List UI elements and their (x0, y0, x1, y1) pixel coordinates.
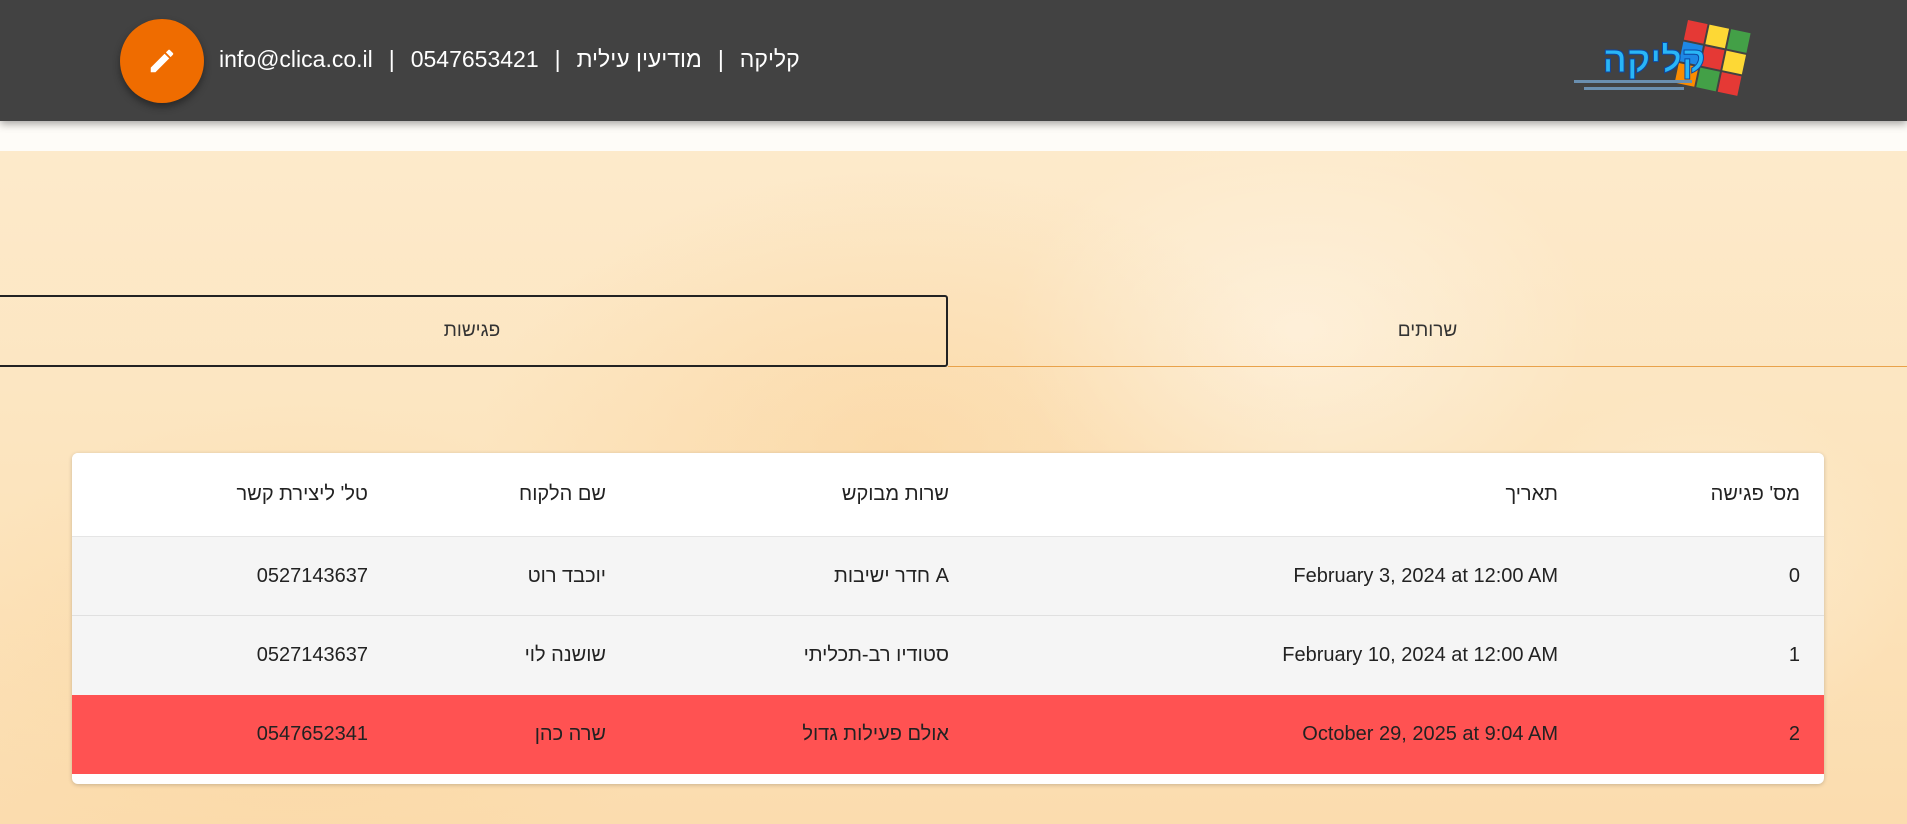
tab-meetings[interactable]: פגישות (0, 295, 948, 367)
contact-email[interactable]: info@clica.co.il (219, 46, 373, 73)
table-row[interactable]: 1 February 10, 2024 at 12:00 AM סטודיו ר… (72, 616, 1824, 695)
contact-brand: קליקה (739, 46, 800, 72)
top-app-bar: info@clica.co.il | 0547653421 | מודיעין … (0, 0, 1907, 121)
column-header-date[interactable]: תאריך (1505, 453, 1558, 536)
meeting-number: 0 (1788, 564, 1800, 587)
contact-info: info@clica.co.il | 0547653421 | מודיעין … (219, 46, 800, 73)
meeting-number: 1 (1788, 644, 1800, 666)
requested-service: אולם פעילות גדול (802, 723, 949, 745)
client-name: שרה כהן (534, 723, 606, 745)
contact-phone: 0547652341 (256, 723, 368, 745)
table-row-highlighted[interactable]: 2 October 29, 2025 at 9:04 AM אולם פעילו… (72, 695, 1824, 774)
tab-bar: פגישות שרותים (0, 295, 1907, 367)
column-header-client[interactable]: שם הלקוח (519, 453, 606, 536)
svg-text:קליקה: קליקה (1603, 39, 1706, 80)
tab-services[interactable]: שרותים (948, 295, 1907, 367)
meetings-table: מס' פגישה תאריך שרות מבוקש שם הלקוח טל' … (72, 453, 1824, 784)
meeting-number: 2 (1788, 723, 1800, 745)
column-header-service[interactable]: שרות מבוקש (842, 453, 949, 536)
contact-city: מודיעין עילית (576, 46, 702, 72)
meeting-date: October 29, 2025 at 9:04 AM (1302, 723, 1558, 745)
contact-phone: 0527143637 (256, 564, 368, 587)
column-header-meeting-number[interactable]: מס' פגישה (1711, 453, 1800, 536)
meeting-date: February 10, 2024 at 12:00 AM (1282, 644, 1558, 666)
client-name: שושנה לוי (524, 644, 606, 666)
requested-service: חדר ישיבות A (834, 564, 949, 587)
separator: | (554, 46, 561, 72)
contact-phone: 0527143637 (256, 644, 368, 666)
client-name: יוכבד רוט (527, 564, 606, 587)
header-spacer (0, 121, 1907, 151)
edit-fab-button[interactable] (120, 19, 204, 103)
meeting-date: February 3, 2024 at 12:00 AM (1293, 564, 1558, 587)
table-header-row: מס' פגישה תאריך שרות מבוקש שם הלקוח טל' … (72, 453, 1824, 537)
column-header-phone[interactable]: טל' ליצירת קשר (237, 453, 368, 536)
table-row[interactable]: 0 February 3, 2024 at 12:00 AM חדר ישיבו… (72, 537, 1824, 616)
separator: | (388, 46, 395, 72)
contact-phone[interactable]: 0547653421 (411, 46, 539, 73)
pencil-icon (150, 49, 174, 73)
requested-service: סטודיו רב-תכליתי (803, 644, 949, 666)
separator: | (717, 46, 724, 72)
clica-logo[interactable]: קליקה (1568, 14, 1764, 108)
